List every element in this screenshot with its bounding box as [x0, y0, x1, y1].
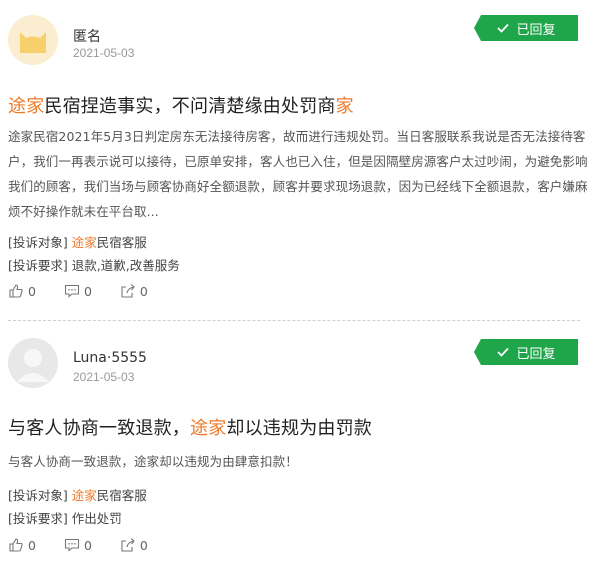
- status-badge: 已回复: [474, 15, 578, 41]
- share-icon: [121, 284, 135, 298]
- complaint-content[interactable]: 与客人协商一致退款，途家却以违规为由肆意扣款！: [8, 449, 590, 474]
- cat-avatar-icon: [8, 15, 58, 65]
- target-rest: 民宿客服: [96, 488, 147, 503]
- comment-button[interactable]: 0: [64, 283, 92, 299]
- demand-value: 退款,道歉,改善服务: [71, 258, 180, 273]
- complaint-content[interactable]: 途家民宿2021年5月3日判定房东无法接待房客，故而进行违规处罚。当日客服联系我…: [8, 124, 590, 224]
- thumbs-up-icon: [9, 284, 23, 298]
- avatar[interactable]: [8, 15, 58, 65]
- target-brand[interactable]: 途家: [72, 235, 97, 250]
- share-icon: [121, 538, 135, 552]
- like-count: 0: [28, 537, 36, 553]
- target-brand[interactable]: 途家: [72, 488, 97, 503]
- complaint-target: [投诉对象] 途家民宿客服: [8, 485, 147, 504]
- target-rest: 民宿客服: [96, 235, 147, 250]
- thumbs-up-icon: [9, 538, 23, 552]
- author-name: Luna·5555: [73, 350, 147, 366]
- comment-button[interactable]: 0: [64, 537, 92, 553]
- share-count: 0: [139, 537, 148, 553]
- action-bar: 0 0 0: [8, 537, 176, 553]
- title-brand: 途家: [8, 96, 45, 117]
- complaint-demand: [投诉要求] 退款,道歉,改善服务: [8, 255, 180, 274]
- author-name: 匿名: [73, 29, 101, 45]
- complaint-target: [投诉对象] 途家民宿客服: [8, 232, 147, 251]
- share-button[interactable]: 0: [120, 537, 148, 553]
- comment-count: 0: [83, 537, 92, 553]
- title-brand-tail: 家: [335, 96, 354, 117]
- complaint-demand: [投诉要求] 作出处罚: [8, 508, 122, 527]
- share-button[interactable]: 0: [120, 283, 148, 299]
- check-icon: [497, 23, 510, 33]
- complaint-title[interactable]: 途家民宿捏造事实，不问清楚缘由处罚商家: [8, 92, 354, 118]
- complaint-title[interactable]: 与客人协商一致退款，途家却以违规为由罚款: [8, 414, 372, 440]
- title-text-pre: 与客人协商一致退款，: [8, 418, 190, 439]
- status-badge: 已回复: [474, 339, 578, 365]
- post-date: 2021-05-03: [73, 370, 135, 384]
- demand-value: 作出处罚: [71, 511, 122, 526]
- status-label: 已回复: [516, 346, 556, 362]
- check-icon: [497, 347, 510, 357]
- action-bar: 0 0 0: [8, 283, 176, 299]
- comment-icon: [64, 284, 80, 298]
- comment-count: 0: [83, 283, 92, 299]
- share-count: 0: [139, 283, 148, 299]
- post-date: 2021-05-03: [73, 46, 135, 60]
- title-text: 民宿捏造事实，不问清楚缘由处罚商: [44, 96, 336, 117]
- avatar[interactable]: [8, 338, 58, 388]
- user-avatar-icon: [8, 338, 58, 388]
- title-text: 却以违规为由罚款: [226, 418, 373, 439]
- target-label: [投诉对象]: [8, 488, 68, 503]
- like-button[interactable]: 0: [8, 283, 36, 299]
- comment-icon: [64, 538, 80, 552]
- target-label: [投诉对象]: [8, 235, 68, 250]
- divider: [8, 320, 580, 321]
- demand-label: [投诉要求]: [8, 258, 68, 273]
- status-label: 已回复: [516, 22, 556, 38]
- title-brand: 途家: [190, 418, 227, 439]
- like-count: 0: [28, 283, 36, 299]
- demand-label: [投诉要求]: [8, 511, 68, 526]
- like-button[interactable]: 0: [8, 537, 36, 553]
